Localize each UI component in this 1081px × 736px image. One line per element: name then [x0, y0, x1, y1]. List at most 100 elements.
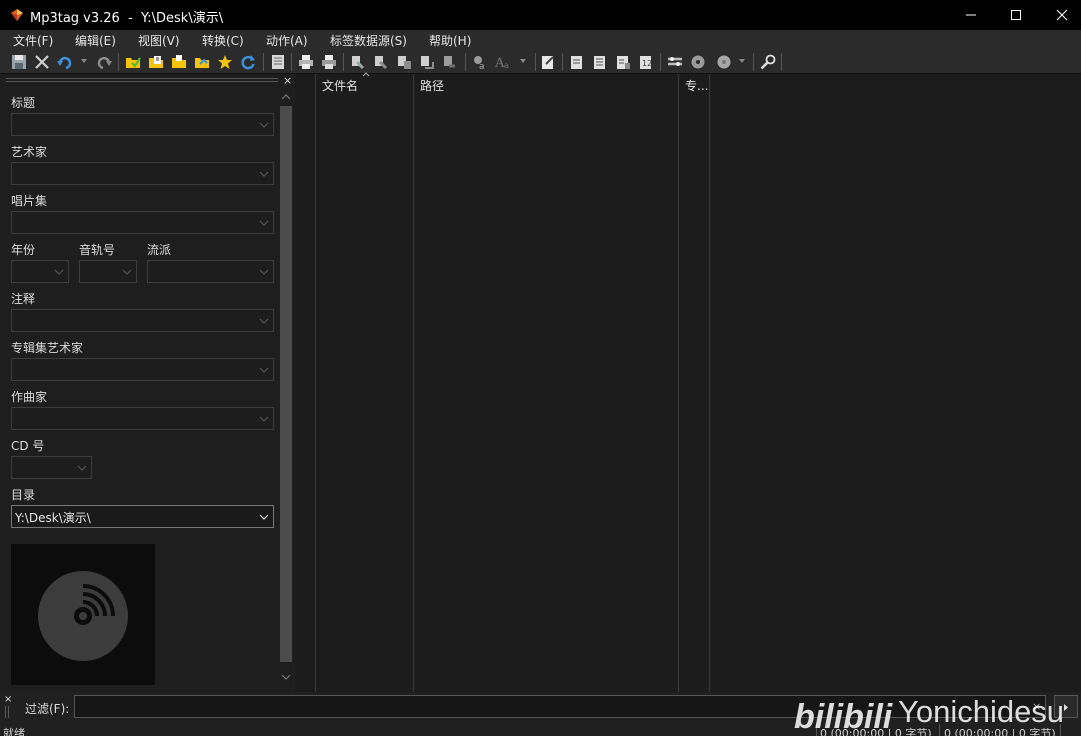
settings-wrench-icon[interactable]	[760, 54, 776, 70]
artist-field[interactable]	[11, 162, 274, 185]
export-icon[interactable]	[321, 54, 337, 70]
numbering-icon[interactable]: 12	[638, 54, 654, 70]
toolbar-separator	[781, 53, 782, 71]
tag-to-tag-icon[interactable]	[396, 54, 412, 70]
open-folder-icon[interactable]	[171, 54, 187, 70]
playlist-icon[interactable]	[615, 54, 631, 70]
edit-tags-icon[interactable]	[540, 54, 556, 70]
svg-text:12: 12	[642, 59, 652, 68]
column-divider	[678, 74, 679, 692]
menu-tag-sources[interactable]: 标签数据源(S)	[330, 32, 407, 49]
column-path[interactable]: 路径	[414, 74, 679, 96]
window-title: Mp3tag v3.26 - Y:\Desk\演示\	[30, 11, 224, 26]
autonumber-icon[interactable]	[442, 54, 458, 70]
scrollbar-thumb[interactable]	[280, 106, 292, 662]
chevron-down-icon	[77, 465, 87, 471]
add-folder-icon[interactable]	[125, 54, 141, 70]
menu-actions[interactable]: 动作(A)	[266, 32, 308, 49]
maximize-button[interactable]	[993, 0, 1039, 30]
save-icon[interactable]	[11, 54, 27, 70]
text-file-to-tag-icon[interactable]	[419, 54, 435, 70]
details-icon[interactable]	[569, 54, 585, 70]
panel-scrollbar[interactable]	[278, 88, 294, 688]
genre-field[interactable]	[147, 260, 274, 283]
menu-file[interactable]: 文件(F)	[13, 32, 53, 49]
refresh-icon[interactable]	[240, 54, 256, 70]
mp3tag-logo-icon	[9, 7, 25, 23]
track-field[interactable]	[79, 260, 137, 283]
track-label: 音轨号	[79, 243, 116, 257]
column-filename[interactable]: 文件名	[316, 72, 414, 96]
disc-number-field[interactable]	[11, 456, 92, 479]
menu-convert[interactable]: 转换(C)	[202, 32, 244, 49]
chevron-down-icon	[122, 269, 132, 275]
composer-field[interactable]	[11, 407, 274, 430]
tag-to-filename-icon[interactable]	[350, 54, 366, 70]
minimize-button[interactable]	[948, 0, 994, 30]
album-artist-field[interactable]	[11, 358, 274, 381]
comment-field[interactable]	[11, 309, 274, 332]
year-field[interactable]	[11, 260, 69, 283]
font-dropdown-icon[interactable]	[520, 59, 526, 63]
sort-ascending-icon	[362, 72, 370, 77]
font-size-icon[interactable]: Aa	[495, 54, 511, 70]
actions-icon[interactable]	[667, 54, 683, 70]
column-divider	[709, 74, 710, 692]
svg-text:bilibili: bilibili	[794, 698, 894, 734]
filename-to-tag-icon[interactable]	[373, 54, 389, 70]
menu-edit[interactable]: 编辑(E)	[75, 32, 116, 49]
redo-icon[interactable]	[96, 54, 112, 70]
artist-label: 艺术家	[11, 145, 48, 159]
toolbar-separator	[753, 53, 754, 71]
directory-label: 目录	[11, 488, 36, 502]
chevron-down-icon	[259, 220, 269, 226]
discogs-icon[interactable]	[690, 54, 706, 70]
filter-grip[interactable]	[5, 706, 9, 718]
list-view-icon[interactable]	[270, 54, 286, 70]
close-panel-icon[interactable]: ×	[283, 74, 292, 87]
scroll-up-icon[interactable]	[281, 94, 291, 100]
undo-icon[interactable]	[57, 54, 73, 70]
menu-bar: 文件(F) 编辑(E) 视图(V) 转换(C) 动作(A) 标签数据源(S) 帮…	[0, 30, 1081, 50]
album-field[interactable]	[11, 211, 274, 234]
file-list[interactable]: 文件名 路径 专...	[316, 72, 1081, 692]
print-icon[interactable]	[298, 54, 314, 70]
favorite-star-icon[interactable]	[217, 54, 233, 70]
title-bar: Mp3tag v3.26 - Y:\Desk\演示\	[0, 0, 1081, 30]
maximize-icon	[1011, 10, 1021, 20]
title-field[interactable]	[11, 113, 274, 136]
undo-dropdown-icon[interactable]	[81, 59, 87, 63]
close-window-button[interactable]	[1039, 0, 1081, 30]
panel-splitter[interactable]	[295, 74, 316, 692]
tag-panel: × 标题 艺术家 唱片集 年份 音轨号 流派 注释 专辑集艺术家 作曲家 CD …	[0, 74, 295, 692]
remove-tag-icon[interactable]	[34, 54, 50, 70]
toolbar-separator	[118, 53, 119, 71]
cd-disc-icon	[38, 571, 128, 661]
subfolder-icon[interactable]	[194, 54, 210, 70]
directory-field[interactable]: Y:\Desk\演示\	[11, 505, 274, 528]
toolbar-separator	[343, 53, 344, 71]
panel-grip[interactable]	[6, 78, 278, 82]
column-filename-label: 文件名	[322, 79, 359, 93]
toolbar: a Aa 12	[0, 50, 1081, 74]
toolbar-separator	[263, 53, 264, 71]
scroll-down-icon[interactable]	[281, 674, 291, 680]
directory-value: Y:\Desk\演示\	[15, 511, 91, 525]
export-list-icon[interactable]	[592, 54, 608, 70]
freedb-icon[interactable]	[716, 54, 732, 70]
title-label: 标题	[11, 96, 36, 110]
chevron-down-icon	[259, 318, 269, 324]
toolbar-separator	[562, 53, 563, 71]
album-artist-label: 专辑集艺术家	[11, 341, 84, 355]
column-path-label: 路径	[420, 79, 445, 93]
menu-view[interactable]: 视图(V)	[138, 32, 180, 49]
column-album[interactable]: 专...	[679, 74, 709, 96]
menu-help[interactable]: 帮助(H)	[429, 32, 471, 49]
chevron-down-icon	[259, 171, 269, 177]
toolbar-separator	[660, 53, 661, 71]
tag-sources-dropdown-icon[interactable]	[739, 59, 745, 63]
case-conversion-icon[interactable]: a	[472, 54, 488, 70]
add-files-icon[interactable]	[148, 54, 164, 70]
close-filter-icon[interactable]: ×	[4, 694, 12, 705]
album-cover-placeholder[interactable]	[11, 544, 155, 685]
